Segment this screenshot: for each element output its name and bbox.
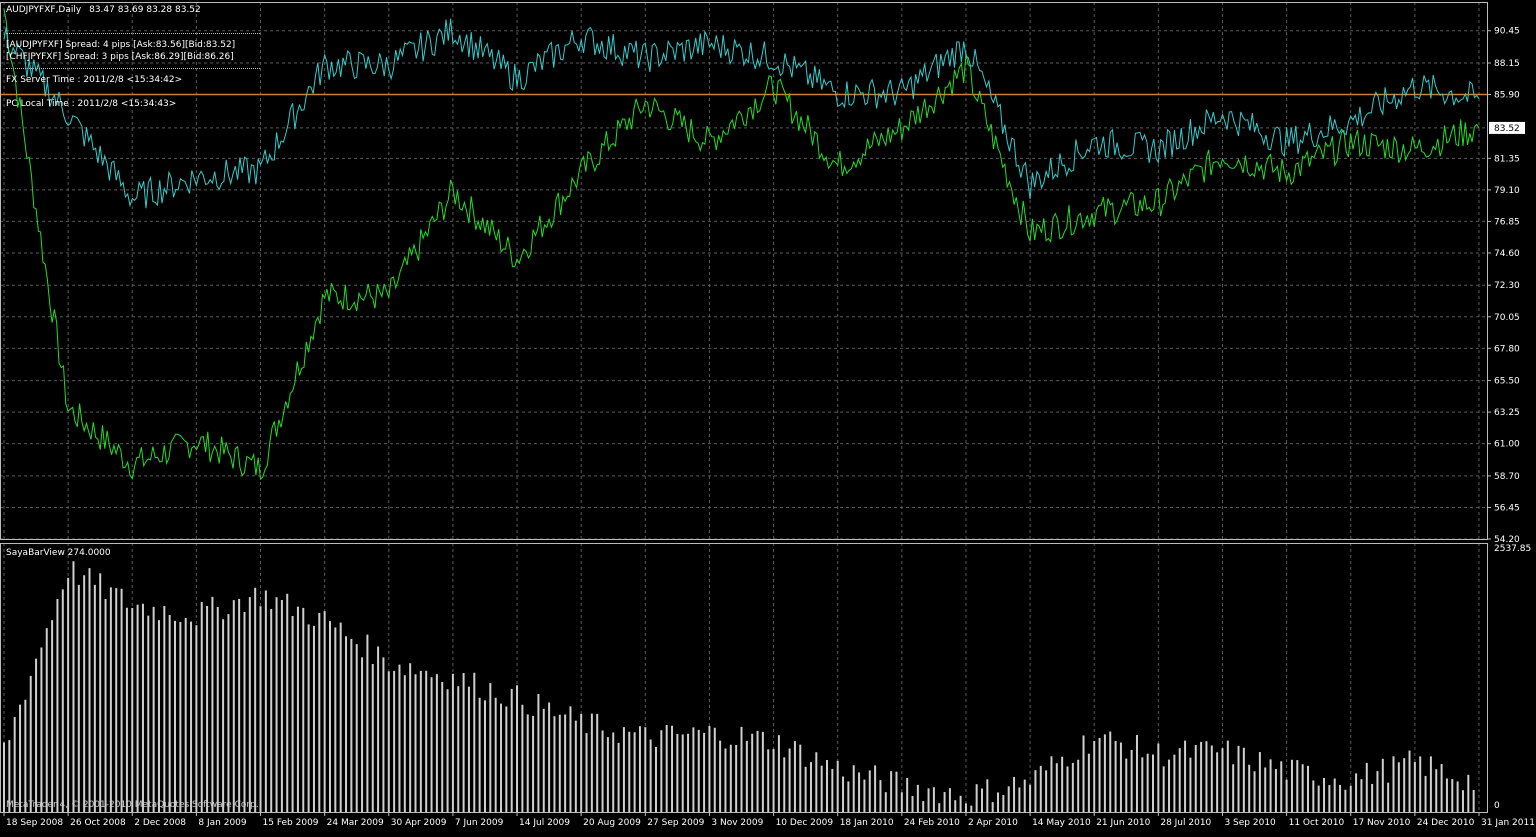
info-separator	[6, 33, 260, 34]
time-tick-label: 30 Apr 2009	[391, 818, 447, 828]
ohlc-values: 83.47 83.69 83.28 83.52	[89, 5, 201, 15]
time-tick-label: 31 Jan 2011	[1481, 818, 1535, 828]
time-tick-label: 24 Mar 2009	[327, 818, 384, 828]
price-tick-label: 67.80	[1494, 344, 1520, 354]
chart-background	[0, 0, 1536, 833]
chart-window[interactable]: 90.45 88.15 85.90 81.35 79.10 76.85 74.60 72.30…	[0, 0, 1536, 833]
time-tick-label: 28 Jul 2010	[1160, 818, 1211, 828]
indicator-max-label: 2537.85	[1494, 544, 1531, 554]
price-tick-label: 76.85	[1494, 217, 1520, 227]
time-tick-label: 24 Dec 2010	[1417, 818, 1475, 828]
time-tick-label: 20 Aug 2009	[583, 818, 641, 828]
spread-line-chf: [CHFJPYFXF] Spread: 3 pips [Ask:86.29][B…	[6, 52, 234, 62]
indicator-min-label: 0	[1494, 801, 1500, 811]
price-tick-label: 61.00	[1494, 440, 1520, 450]
price-tick-label: 88.15	[1494, 59, 1520, 69]
chart-symbol-header: AUDJPYFXF,Daily 83.47 83.69 83.28 83.52	[6, 5, 201, 15]
info-separator	[6, 68, 260, 69]
price-tick-label: 65.50	[1494, 377, 1520, 387]
symbol-label: AUDJPYFXF,Daily	[6, 5, 82, 15]
time-tick-label: 3 Sep 2010	[1224, 818, 1276, 828]
time-tick-label: 24 Feb 2010	[904, 818, 960, 828]
spread-line-aud: [AUDJPYFXF] Spread: 4 pips [Ask:83.56][B…	[6, 40, 236, 50]
time-tick-label: 11 Oct 2010	[1289, 818, 1345, 828]
current-price-label: 83.52	[1494, 124, 1520, 134]
price-tick-label: 58.70	[1494, 472, 1520, 482]
watermark: MetaTrader 4, © 2001-2010 MetaQuotes Sof…	[6, 800, 259, 810]
time-tick-label: 18 Sep 2008	[6, 818, 63, 828]
price-tick-label: 79.10	[1494, 186, 1520, 196]
time-tick-label: 27 Sep 2009	[647, 818, 704, 828]
time-tick-label: 14 May 2010	[1032, 818, 1091, 828]
time-tick-label: 2 Dec 2008	[134, 818, 186, 828]
price-tick-label: 56.45	[1494, 503, 1520, 513]
time-tick-label: 14 Jul 2009	[519, 818, 570, 828]
time-tick-label: 10 Dec 2009	[776, 818, 834, 828]
time-tick-label: 18 Jan 2010	[840, 818, 894, 828]
time-tick-label: 21 Jun 2010	[1096, 818, 1150, 828]
price-tick-label: 90.45	[1494, 27, 1520, 37]
price-tick-label: 74.60	[1494, 249, 1520, 259]
price-tick-label: 70.05	[1494, 313, 1520, 323]
local-time: PC Local Time : 2011/2/8 <15:34:43>	[6, 99, 177, 109]
time-tick-label: 3 Nov 2009	[711, 818, 763, 828]
time-tick-label: 15 Feb 2009	[263, 818, 319, 828]
server-time: FX Server Time : 2011/2/8 <15:34:42>	[6, 75, 183, 85]
price-tick-label: 63.25	[1494, 408, 1520, 418]
chart-canvas[interactable]: 90.45 88.15 85.90 81.35 79.10 76.85 74.60 72.30…	[0, 0, 1536, 833]
time-tick-label: 2 Apr 2010	[968, 818, 1018, 828]
time-tick-label: 17 Nov 2010	[1353, 818, 1411, 828]
indicator-label: SayaBarView 274.0000	[6, 548, 111, 558]
price-tick-label: 85.90	[1494, 91, 1520, 101]
time-tick-label: 8 Jan 2009	[198, 818, 246, 828]
price-tick-label: 81.35	[1494, 154, 1520, 164]
time-tick-label: 7 Jun 2009	[455, 818, 504, 828]
time-tick-label: 26 Oct 2008	[70, 818, 126, 828]
price-tick-label: 72.30	[1494, 281, 1520, 291]
